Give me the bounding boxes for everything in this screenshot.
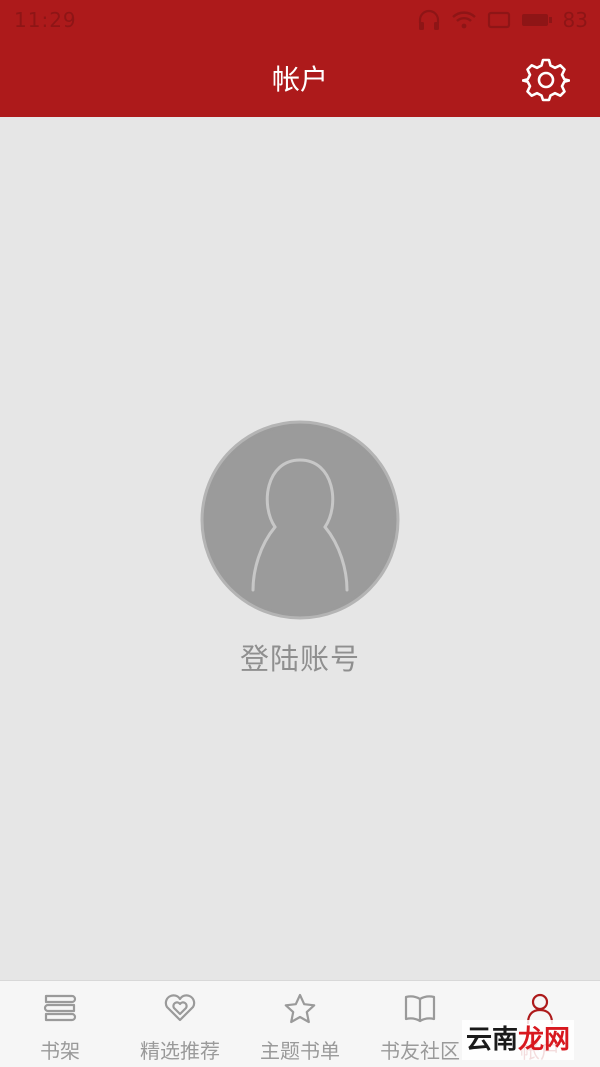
bookshelf-icon [43,994,77,1022]
watermark-logo: 云南龙网 [462,1020,575,1060]
tab-themes[interactable]: 主题书单 [240,981,360,1067]
gear-icon [521,58,571,102]
settings-button[interactable] [521,56,571,104]
tab-bookshelf[interactable]: 书架 [0,981,120,1067]
header-bar: 11:29 83 帐户 [0,0,600,117]
login-account-label[interactable]: 登陆账号 [0,636,600,678]
star-icon [284,993,316,1024]
tab-label-themes: 主题书单 [260,1039,340,1063]
wifi-icon [451,11,476,29]
tab-featured[interactable]: 精选推荐 [120,981,240,1067]
screen-icon [487,11,510,29]
watermark-part-a: 云南 [466,1025,519,1055]
tab-label-featured: 精选推荐 [140,1039,220,1063]
tab-label-bookshelf: 书架 [40,1039,80,1063]
open-book-icon [404,995,436,1023]
avatar-button[interactable] [200,420,400,620]
avatar-placeholder-icon [200,420,400,620]
battery-level: 83 [562,8,588,32]
status-icons: 83 [417,8,588,32]
headphones-icon [418,9,439,30]
heart-icon [164,994,196,1022]
page-title: 帐户 [271,63,328,96]
battery-icon [521,14,552,26]
status-bar: 11:29 83 [0,0,600,40]
watermark-part-b: 龙网 [518,1025,571,1055]
status-time: 11:29 [14,8,77,32]
